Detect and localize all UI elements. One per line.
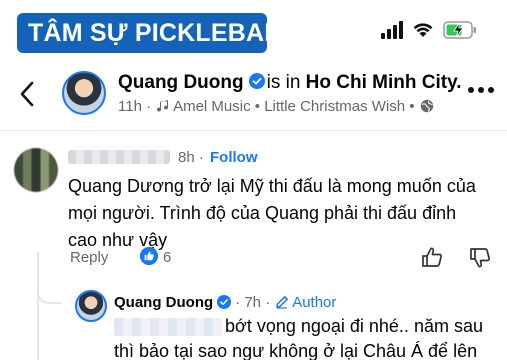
post-meta-separator-2: • xyxy=(409,98,415,115)
back-arrow-icon[interactable] xyxy=(18,80,36,108)
post-header: Quang Duong is in Ho Chi Minh City. 11h ·… xyxy=(0,62,507,128)
music-note-icon xyxy=(157,100,169,112)
post-time: 11h xyxy=(118,98,142,115)
reply-author-line: Quang Duong · 7h · Author xyxy=(114,294,336,311)
globe-icon xyxy=(420,99,433,113)
music-song[interactable]: Little Christmas Wish xyxy=(264,98,405,115)
reply-time: · 7h · xyxy=(235,294,271,311)
post-location[interactable]: Ho Chi Minh City. xyxy=(306,72,462,93)
follow-button[interactable]: Follow xyxy=(210,149,258,166)
music-bullet: • xyxy=(254,98,261,115)
wifi-icon xyxy=(413,23,433,37)
post-divider xyxy=(0,130,507,131)
verified-badge-icon xyxy=(217,295,232,309)
thread-connector xyxy=(37,282,61,304)
reply-button[interactable]: Reply xyxy=(70,249,108,266)
thumbs-up-icon[interactable] xyxy=(421,246,443,268)
reply-text-line-1: bớt vọng ngoại đi nhé.. năm sau xyxy=(225,316,483,336)
post-meta-separator: · xyxy=(146,98,152,115)
commenter-avatar[interactable] xyxy=(14,148,58,192)
reply-author-avatar[interactable] xyxy=(75,290,107,322)
comment-time: 8h · xyxy=(178,149,204,166)
post-author-line: Quang Duong is in Ho Chi Minh City. xyxy=(118,72,462,94)
verified-badge-icon xyxy=(248,73,265,89)
commenter-name-redacted xyxy=(68,150,170,164)
location-prefix: is in xyxy=(266,72,301,93)
music-artist[interactable]: Amel Music xyxy=(173,98,251,115)
post-meta-line: 11h · Amel Music • Little Christmas Wish … xyxy=(118,98,434,115)
pencil-icon xyxy=(276,296,289,309)
comment-text: Quang Dương trở lại Mỹ thi đấu là mong m… xyxy=(68,176,476,250)
reply-text-line-2: thì bảo tại sao ngư không ở lại Châu Á đ… xyxy=(114,341,478,360)
cellular-signal-icon xyxy=(381,21,403,39)
like-reaction-icon xyxy=(140,247,158,265)
reply-text-redacted xyxy=(114,318,222,336)
post-author-avatar[interactable] xyxy=(62,71,106,115)
post-author-name[interactable]: Quang Duong xyxy=(118,72,244,93)
author-badge: Author xyxy=(292,294,337,311)
reply-author-name[interactable]: Quang Duong xyxy=(114,294,213,311)
thread-line xyxy=(37,252,39,360)
brand-logo: TÂM SỰ PICKLEBALL xyxy=(17,13,267,53)
more-options-icon[interactable] xyxy=(467,86,495,94)
status-bar: TÂM SỰ PICKLEBALL xyxy=(0,0,507,62)
thumbs-down-icon[interactable] xyxy=(469,247,491,269)
reaction-count[interactable]: 6 xyxy=(163,249,171,266)
battery-charging-icon xyxy=(443,21,476,39)
